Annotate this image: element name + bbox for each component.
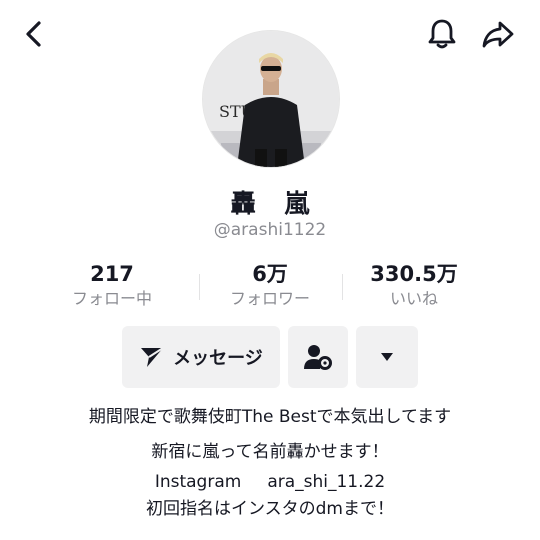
bio-line-3: Instagram ara_shi_11.22 bbox=[0, 472, 540, 492]
following-count: 217 bbox=[90, 262, 134, 286]
profile-actions: メッセージ bbox=[0, 326, 540, 390]
username: @arashi1122 bbox=[213, 220, 327, 240]
stat-following[interactable]: 217 フォロー中 bbox=[27, 260, 197, 310]
display-name: 轟 嵐 bbox=[230, 189, 320, 218]
notification-button[interactable] bbox=[420, 12, 464, 56]
bio-instagram-label: Instagram bbox=[154, 472, 242, 492]
friend-settings-button[interactable] bbox=[288, 326, 348, 388]
send-icon bbox=[141, 347, 164, 367]
share-arrow-icon bbox=[482, 21, 514, 48]
likes-count: 330.5万 bbox=[370, 262, 458, 286]
message-button-label: メッセージ bbox=[173, 348, 263, 369]
likes-label: いいね bbox=[389, 289, 438, 308]
avatar-photo: STU S bbox=[203, 31, 339, 167]
bio-line-4: 初回指名はインスタのdmまで！ bbox=[145, 499, 394, 519]
more-options-button[interactable] bbox=[356, 326, 418, 388]
chevron-left-icon bbox=[26, 21, 41, 47]
caret-down-icon bbox=[381, 353, 393, 361]
bell-icon bbox=[428, 19, 456, 49]
message-button[interactable]: メッセージ bbox=[122, 326, 280, 388]
back-button[interactable] bbox=[14, 14, 54, 54]
bio-instagram-handle: ara_shi_11.22 bbox=[267, 472, 386, 492]
following-label: フォロー中 bbox=[71, 289, 152, 308]
share-button[interactable] bbox=[476, 12, 520, 56]
person-gear-icon bbox=[304, 345, 332, 370]
bio-line-2: 新宿に嵐って名前轟かせます！ bbox=[151, 442, 389, 462]
avatar[interactable]: STU S bbox=[202, 30, 340, 168]
stat-likes: 330.5万 いいね bbox=[329, 260, 499, 310]
bio-line-1: 期間限定で歌舞伎町The Bestで本気出してます bbox=[88, 407, 452, 427]
profile-stats: 217 フォロー中 6万 フォロワー 330.5万 いいね bbox=[0, 260, 540, 316]
